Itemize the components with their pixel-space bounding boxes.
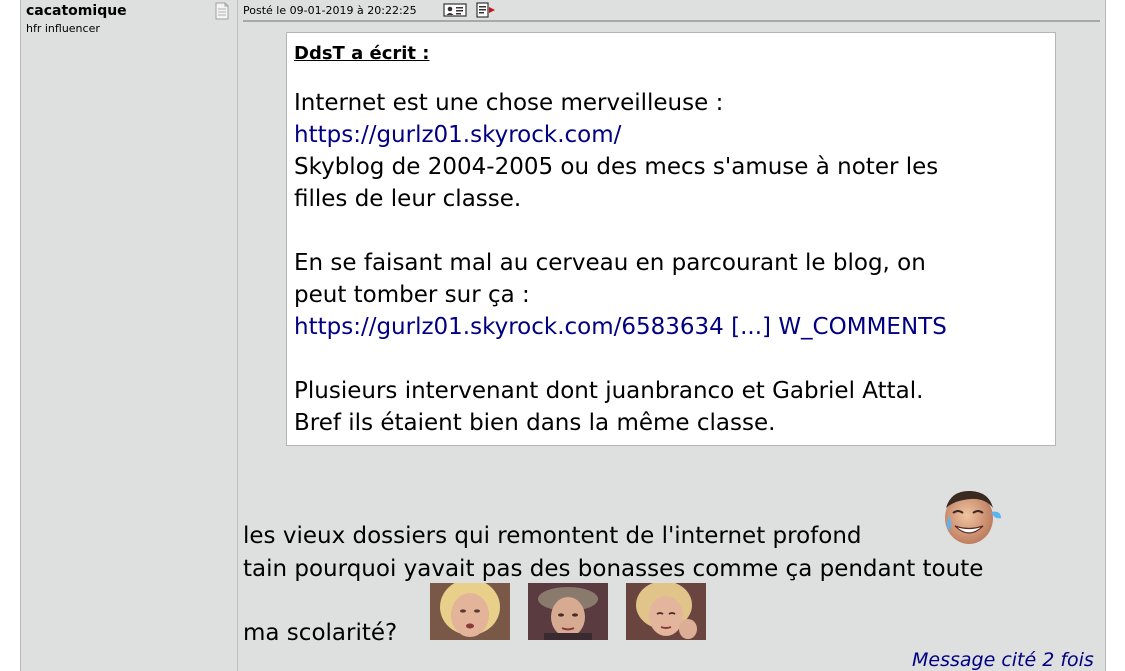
profile-column [20,0,238,671]
username[interactable]: cacatomique [26,3,127,19]
woman-with-hat-photo[interactable] [528,583,608,640]
message-cited-link[interactable]: Message cité 2 fois [912,649,1094,671]
quote-link[interactable]: https://gurlz01.skyrock.com/ [294,119,1049,151]
page: cacatomique hfr influencer Posté le 09-0… [0,0,1125,671]
quote-line: Plusieurs intervenant dont juanbranco et… [294,378,924,404]
message-line: les vieux dossiers qui remontent de l'in… [243,523,862,549]
quote-line: Skyblog de 2004-2005 ou des mecs s'amuse… [294,154,939,180]
user-title: hfr influencer [26,22,100,35]
woman-leaning-photo[interactable] [626,583,706,640]
quote-author: DdsT a écrit : [294,43,430,64]
message-line: ma scolarité? [243,620,398,646]
quote-line: filles de leur classe. [294,186,522,212]
blonde-woman-photo[interactable] [430,583,510,640]
quote-link[interactable]: https://gurlz01.skyrock.com/6583634 [...… [294,311,1049,343]
quote-line: Bref ils étaient bien dans la même class… [294,410,776,436]
message-line: tain pourquoi yavait pas des bonasses co… [243,556,984,582]
quote-line: peut tomber sur ça : [294,282,530,308]
quote-line: Internet est une chose merveilleuse : [294,90,724,116]
document-icon[interactable] [214,2,230,20]
post-date: Posté le 09-01-2019 à 20:22:25 [243,4,417,17]
header-divider [243,20,1100,22]
crying-laughing-face-icon [945,490,1001,544]
quote-reply-icon[interactable] [476,2,498,18]
quote-line: En se faisant mal au cerveau en parcoura… [294,250,926,276]
profile-card-icon[interactable] [443,2,468,18]
